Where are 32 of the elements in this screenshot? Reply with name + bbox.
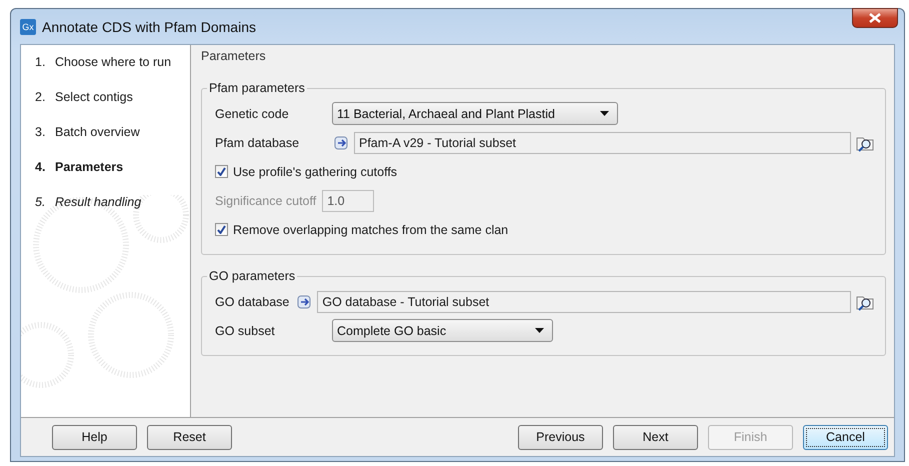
field-label: Significance cutoff [215, 194, 316, 208]
wizard-step[interactable]: 5. Result handling [35, 195, 190, 230]
close-button[interactable] [852, 8, 898, 28]
field-label: Genetic code [215, 106, 290, 120]
app-icon: Gx [20, 18, 36, 34]
wizard-step[interactable]: 3. Batch overview [35, 125, 190, 160]
wizard-step[interactable]: 2. Select contigs [35, 90, 190, 125]
caret-icon [535, 328, 544, 333]
wizard-button[interactable]: Next [613, 424, 698, 450]
dropdown[interactable]: 11 Bacterial, Archaeal and Plant Plastid [332, 102, 618, 125]
database-field[interactable]: GO database - Tutorial subset [317, 290, 851, 312]
database-field[interactable]: Pfam-A v29 - Tutorial subset [354, 132, 851, 154]
dialog-button[interactable]: Reset [147, 424, 232, 450]
dropdown[interactable]: Complete GO basic [332, 319, 553, 342]
wizard-step[interactable]: 4. Parameters [35, 160, 190, 195]
checkbox[interactable]: Use profile's gathering cutoffs [215, 164, 398, 178]
window-title: Annotate CDS with Pfam Domains [42, 18, 256, 34]
wizard-button[interactable]: Previous [518, 424, 603, 450]
panel-title: Parameters [201, 49, 266, 63]
dialog-button[interactable]: Help [52, 424, 137, 450]
caret-icon [600, 111, 609, 116]
check-icon [217, 167, 226, 176]
group-title: GO parameters [208, 269, 296, 283]
group-title: Pfam parameters [208, 81, 306, 95]
check-icon [217, 225, 226, 234]
field-label: GO database [215, 294, 290, 308]
close-icon [869, 13, 881, 23]
wizard-button[interactable]: Cancel [803, 424, 888, 450]
field-label: GO subset [215, 324, 276, 338]
wizard-step[interactable]: 1. Choose where to run [35, 55, 190, 90]
checkbox[interactable]: Remove overlapping matches from the same clan [215, 222, 508, 236]
field-label: Pfam database [215, 136, 300, 150]
